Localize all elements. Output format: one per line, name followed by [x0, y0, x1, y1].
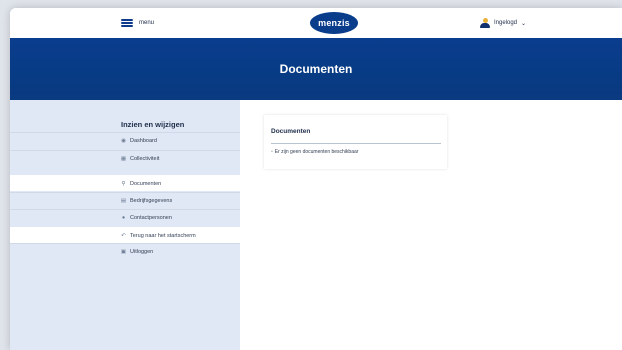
- chevron-down-icon: ⌄: [521, 20, 527, 27]
- page-header: Documenten: [10, 38, 622, 100]
- app-frame: menu menzis Ingelogd ⌄ Documenten Inzien…: [10, 8, 622, 350]
- sidebar-title: Inzien en wijzigen: [121, 120, 185, 129]
- building-icon: ▦: [120, 155, 127, 162]
- sidebar-item-bedrijfsgegevens[interactable]: ▤ Bedrijfsgegevens: [10, 192, 240, 208]
- people-icon: ●: [121, 214, 126, 221]
- sidebar: Inzien en wijzigen ◉ Dashboard ▦ Collect…: [10, 100, 240, 350]
- dashboard-icon: ◉: [121, 137, 126, 144]
- sidebar-item-label: Documenten: [130, 180, 162, 187]
- sidebar-item-documenten[interactable]: ⚲ Documenten: [10, 175, 240, 191]
- user-menu[interactable]: Ingelogd ⌄: [480, 18, 526, 28]
- sidebar-item-collectiviteit[interactable]: ▦ Collectiviteit: [10, 150, 240, 166]
- card-title: Documenten: [271, 128, 311, 135]
- sidebar-item-startscherm[interactable]: ↶ Terug naar het startscherm: [10, 227, 240, 243]
- sidebar-item-label: Dashboard: [130, 137, 157, 144]
- documents-card: Documenten ▫ Er zijn geen documenten bes…: [264, 115, 447, 169]
- menu-label: menu: [139, 20, 155, 26]
- folder-icon: ▫: [271, 149, 273, 155]
- sidebar-item-label: Collectiviteit: [130, 155, 160, 162]
- sidebar-item-label: Uitloggen: [130, 248, 154, 255]
- user-label: Ingelogd: [494, 20, 518, 26]
- menu-button[interactable]: menu: [121, 19, 154, 27]
- sidebar-item-contactpersonen[interactable]: ● Contactpersonen: [10, 209, 240, 225]
- sidebar-item-label: Bedrijfsgegevens: [130, 197, 173, 204]
- sidebar-item-uitloggen[interactable]: ▣ Uitloggen: [10, 243, 240, 259]
- sidebar-item-label: Contactpersonen: [130, 214, 172, 221]
- top-bar: menu menzis Ingelogd ⌄: [10, 8, 622, 38]
- lock-icon: ▣: [120, 248, 127, 255]
- document-icon: ▤: [120, 197, 127, 204]
- user-icon: [480, 18, 490, 28]
- menzis-logo[interactable]: menzis: [310, 12, 358, 34]
- page-title: Documenten: [279, 62, 353, 76]
- return-icon: ↶: [121, 232, 126, 239]
- sidebar-item-dashboard[interactable]: ◉ Dashboard: [10, 132, 240, 148]
- paperclip-icon: ⚲: [121, 180, 126, 187]
- sidebar-item-label: Terug naar het startscherm: [130, 232, 196, 239]
- empty-message-text: Er zijn geen documenten beschikbaar: [274, 149, 359, 155]
- divider: [271, 143, 441, 144]
- empty-message: ▫ Er zijn geen documenten beschikbaar: [271, 149, 358, 155]
- hamburger-icon: [121, 19, 133, 27]
- logo-text: menzis: [318, 18, 350, 28]
